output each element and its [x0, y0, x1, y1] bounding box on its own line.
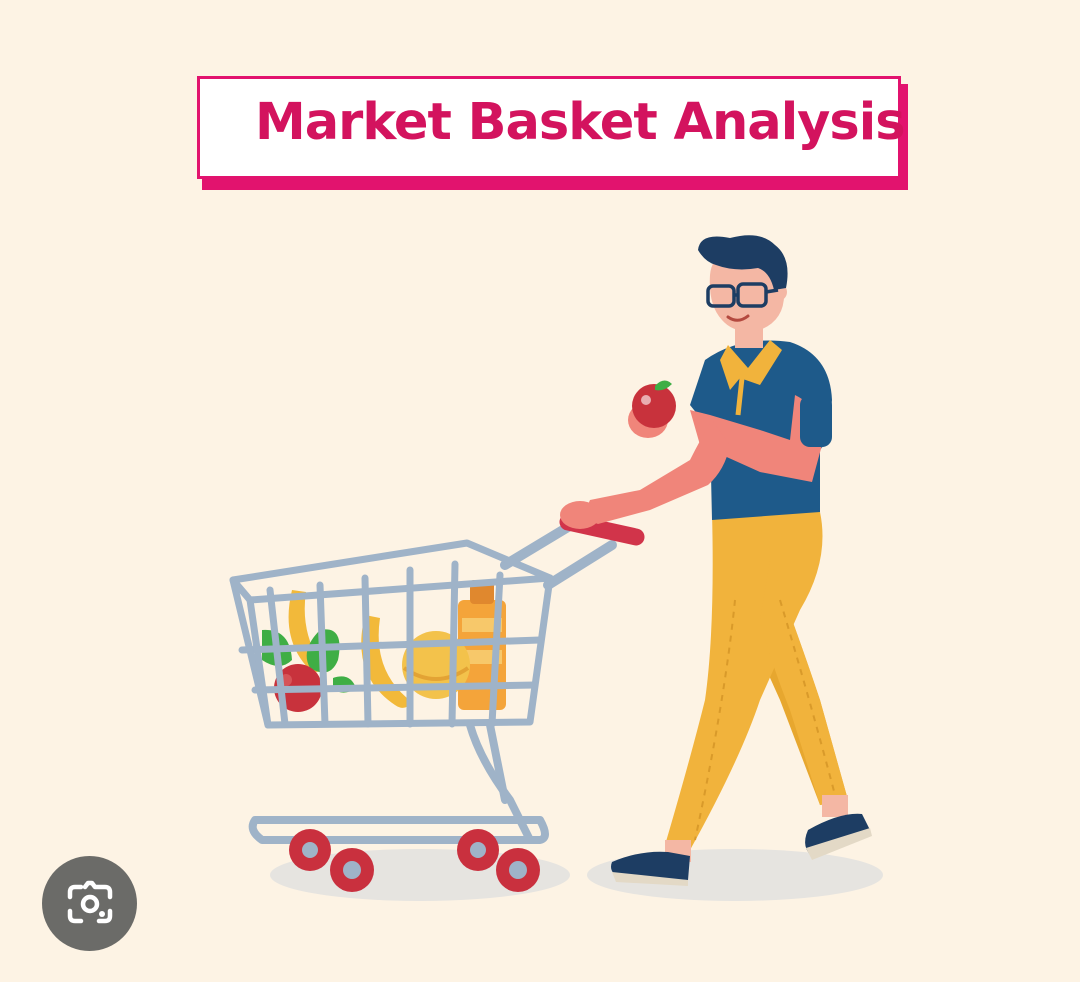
apple-icon [632, 384, 676, 428]
visual-search-camera-icon [67, 880, 112, 923]
lens-search-button[interactable] [42, 856, 137, 951]
shopper-figure [560, 235, 872, 886]
shopper-illustration [229, 235, 883, 901]
page: Market Basket Analysis [0, 0, 1080, 982]
shopping-cart [229, 513, 645, 892]
